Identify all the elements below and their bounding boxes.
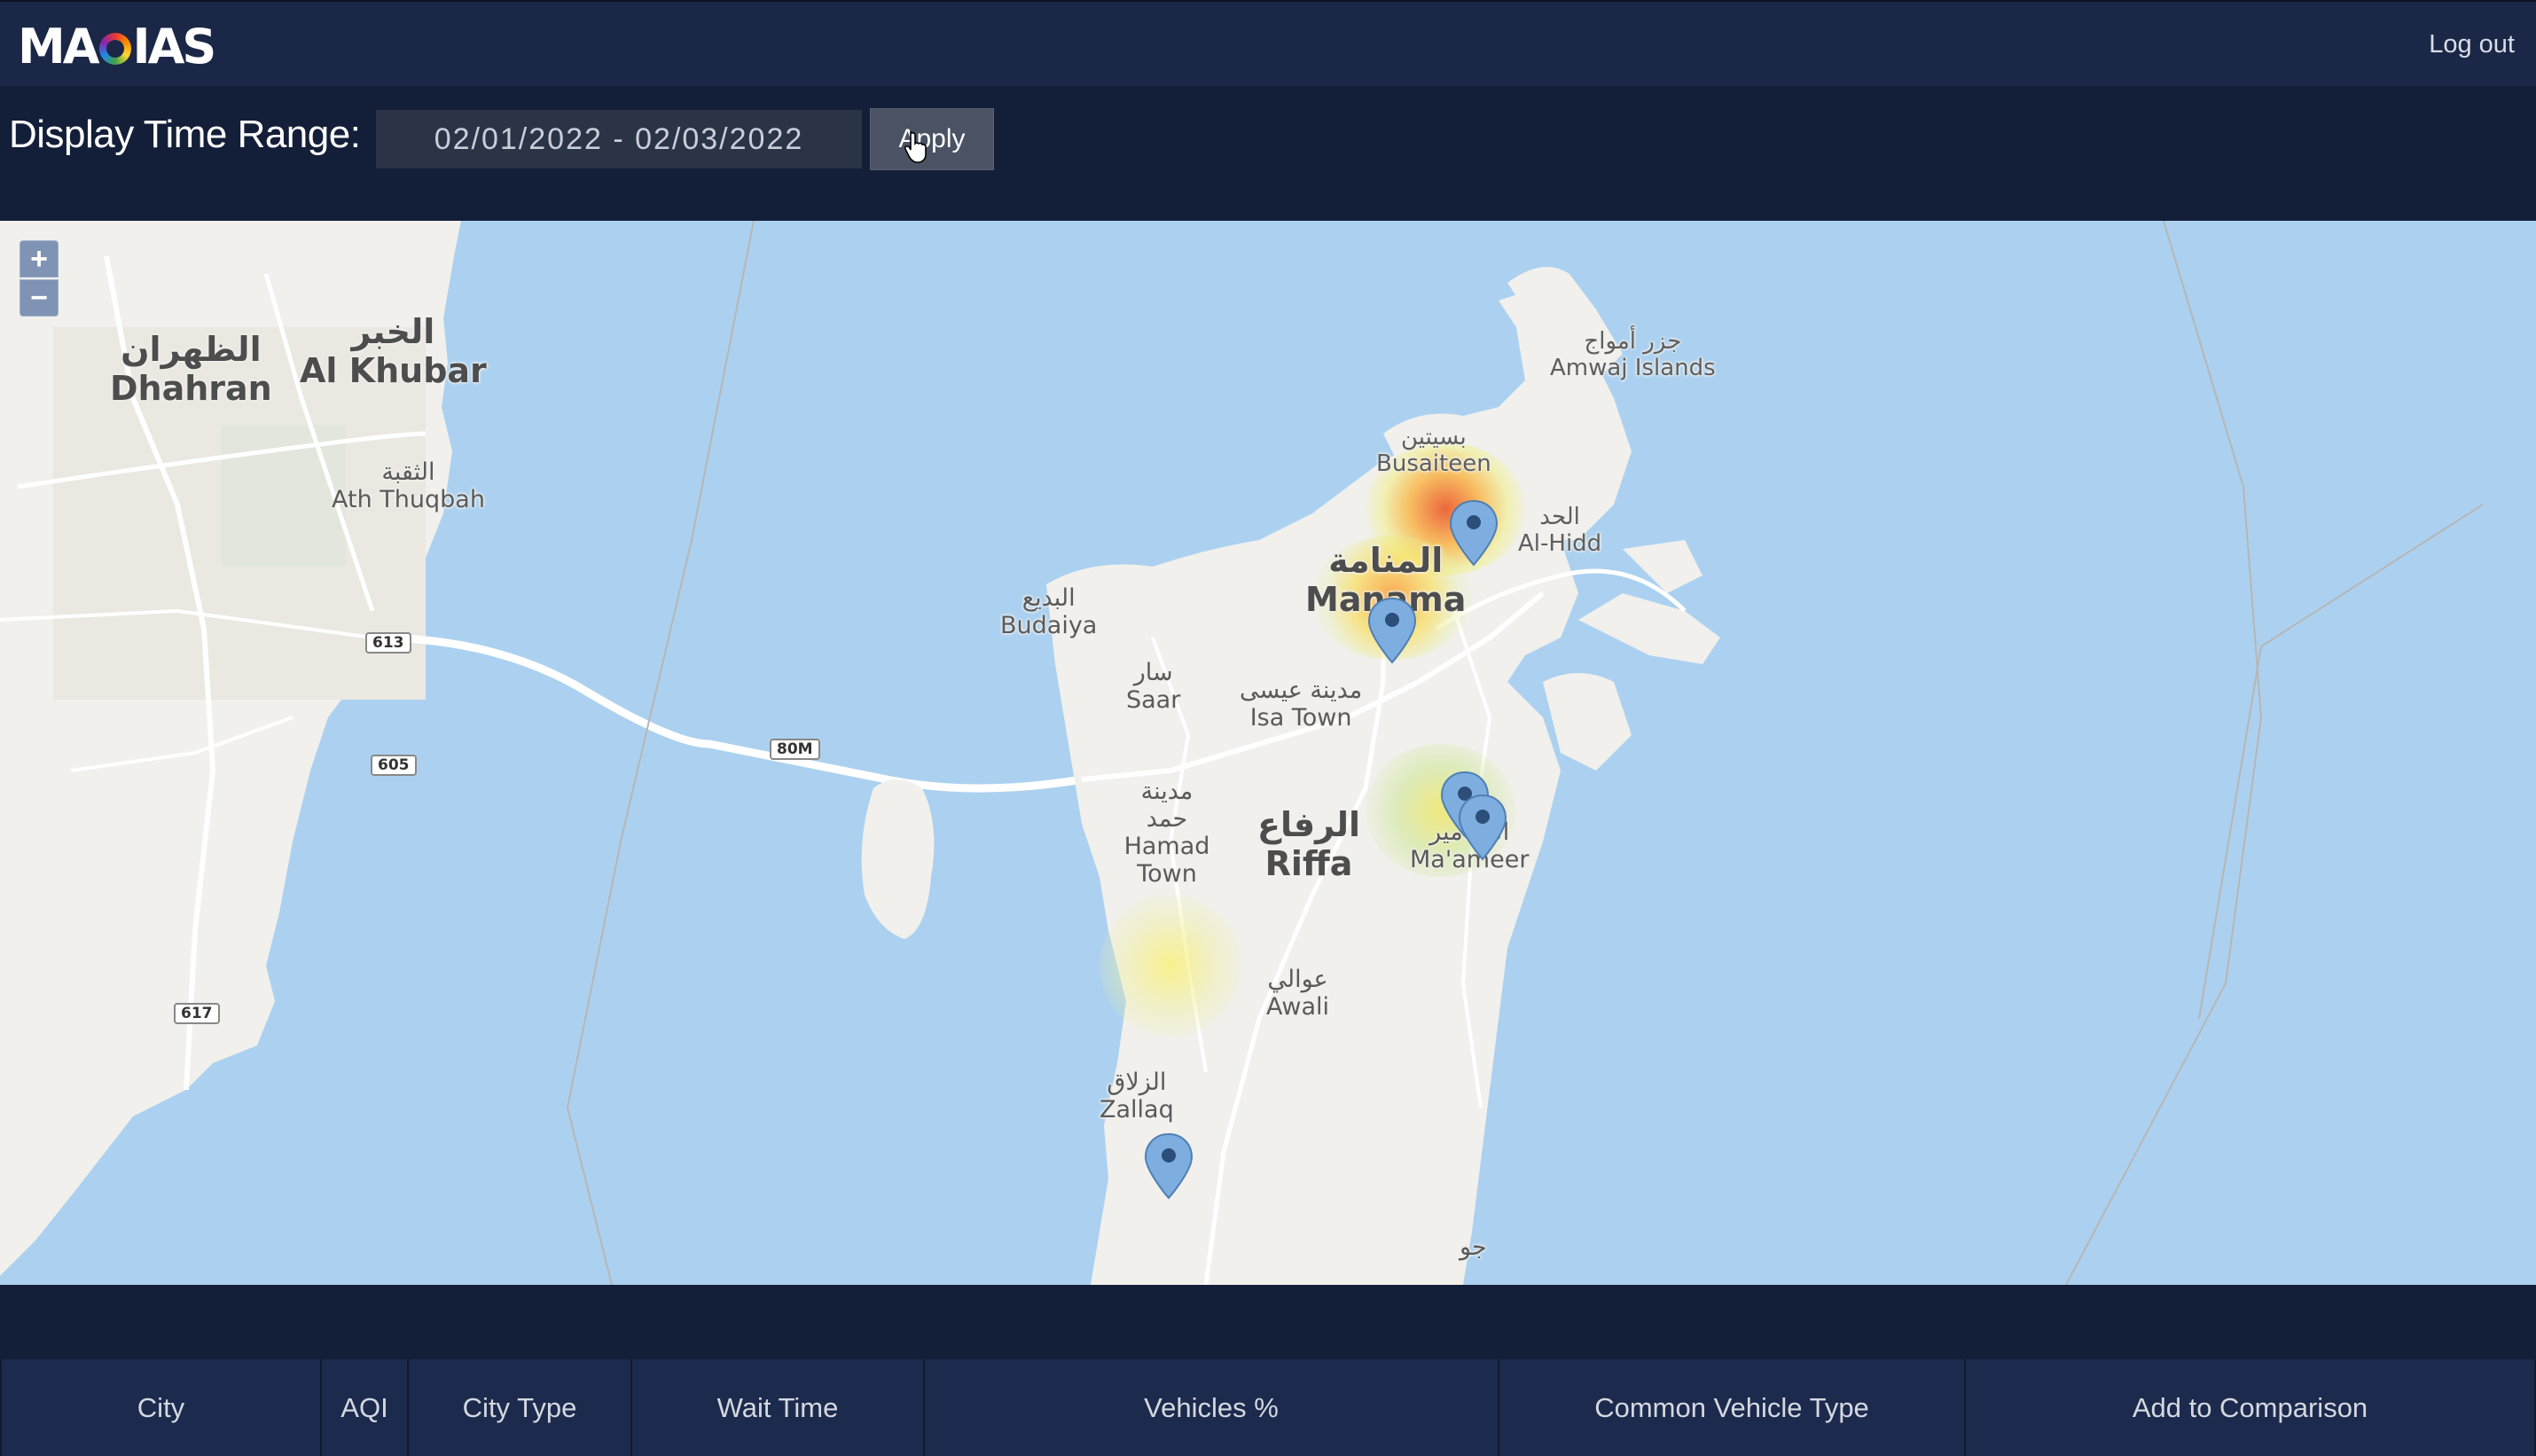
zoom-in-button[interactable]: + <box>20 240 59 278</box>
hand-cursor-icon <box>904 131 927 163</box>
column-city-type[interactable]: City Type <box>409 1359 632 1456</box>
place-budaiya: البديع Budaiya <box>1000 584 1098 640</box>
place-isa-town: مدينة عيسى Isa Town <box>1240 677 1363 732</box>
column-vehicles-percent[interactable]: Vehicles % <box>925 1359 1499 1456</box>
place-saar: سار Saar <box>1126 659 1181 715</box>
place-dhahran: الظهران Dhahran <box>110 330 272 408</box>
place-riffa: الرفاع Riffa <box>1257 805 1361 883</box>
column-aqi[interactable]: AQI <box>322 1359 409 1456</box>
logo-text-start: MA <box>18 18 100 74</box>
spacer-bar <box>0 1285 2536 1359</box>
place-amwaj: جزر أمواج Amwaj Islands <box>1550 328 1716 381</box>
place-jaw: جو <box>1460 1233 1487 1261</box>
heatmap-map[interactable]: الظهران Dhahran الخبر Al Khubar الثقبة Ath … <box>0 221 2536 1285</box>
column-wait-time[interactable]: Wait Time <box>632 1359 925 1456</box>
column-add-to-comparison[interactable]: Add to Comparison <box>1966 1359 2536 1456</box>
map-marker-manama[interactable] <box>1367 597 1417 664</box>
time-range-bar: Display Time Range: Apply <box>0 86 2536 221</box>
app-logo[interactable]: MA IAS <box>18 18 217 74</box>
place-busaiteen: بسيتين Busaiteen <box>1376 424 1491 477</box>
logo-ring-icon <box>98 32 131 65</box>
column-city[interactable]: City <box>0 1359 322 1456</box>
city-table-header: City AQI City Type Wait Time Vehicles % … <box>0 1359 2536 1456</box>
logo-text-end: IAS <box>132 18 217 74</box>
time-range-label: Display Time Range: <box>9 113 361 156</box>
zoom-out-button[interactable]: − <box>20 279 59 317</box>
apply-button[interactable]: Apply <box>870 108 994 170</box>
logout-link[interactable]: Log out <box>2429 30 2515 59</box>
top-nav-bar: MA IAS Log out <box>0 0 2536 86</box>
place-awali: عوالي Awali <box>1266 966 1330 1022</box>
place-hamad-town: مدينة حمد Hamad Town <box>1123 778 1210 888</box>
place-khobar: الخبر Al Khubar <box>300 312 487 390</box>
road-shield-617: 617 <box>174 1003 220 1024</box>
date-range-input[interactable] <box>376 110 862 168</box>
road-shield-613: 613 <box>365 632 411 654</box>
place-thuqbah: الثقبة Ath Thuqbah <box>332 458 485 514</box>
place-zallaq: الزلاق Zallaq <box>1100 1069 1174 1124</box>
road-shield-80m: 80M <box>770 739 820 760</box>
road-shield-605: 605 <box>371 755 417 776</box>
column-common-vehicle-type[interactable]: Common Vehicle Type <box>1499 1359 1966 1456</box>
map-marker-maameer-2[interactable] <box>1458 794 1507 861</box>
map-marker-hamad-town[interactable] <box>1144 1132 1194 1200</box>
map-marker-busaiteen[interactable] <box>1449 499 1499 567</box>
place-hidd: الحد Al-Hidd <box>1518 504 1602 557</box>
logo-text: MA IAS <box>18 18 217 74</box>
